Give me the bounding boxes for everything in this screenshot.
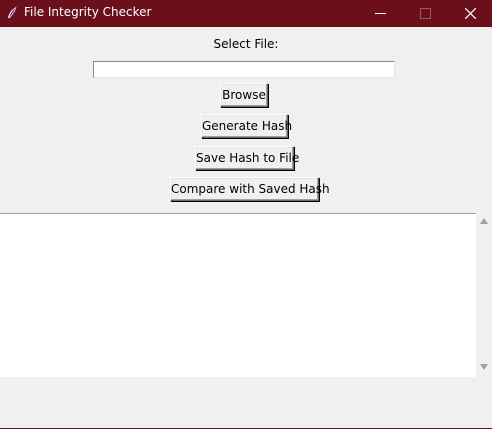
select-file-label: Select File: — [213, 37, 279, 51]
minimize-button[interactable] — [358, 0, 403, 27]
vertical-scrollbar[interactable] — [476, 213, 492, 377]
feather-icon — [6, 6, 18, 20]
compare-hash-button[interactable]: Compare with Saved Hash — [170, 177, 330, 201]
arrow-down-icon — [480, 364, 488, 370]
scroll-down-button[interactable] — [476, 359, 492, 377]
scroll-up-button[interactable] — [476, 213, 492, 231]
output-text-area[interactable] — [0, 213, 476, 377]
generate-hash-button[interactable]: Generate Hash — [201, 114, 292, 138]
minimize-icon — [375, 13, 386, 14]
window-title: File Integrity Checker — [24, 5, 152, 19]
title-bar: File Integrity Checker — [0, 0, 492, 27]
close-button[interactable] — [448, 0, 492, 27]
maximize-button[interactable] — [403, 0, 448, 27]
close-icon — [465, 8, 476, 19]
browse-button[interactable]: Browse — [220, 83, 268, 107]
file-path-input[interactable] — [93, 61, 395, 78]
save-hash-button[interactable]: Save Hash to File — [195, 146, 299, 170]
main-area: Select File: Browse Generate Hash Save H… — [0, 27, 492, 428]
arrow-up-icon — [480, 218, 488, 224]
maximize-icon — [420, 8, 431, 19]
